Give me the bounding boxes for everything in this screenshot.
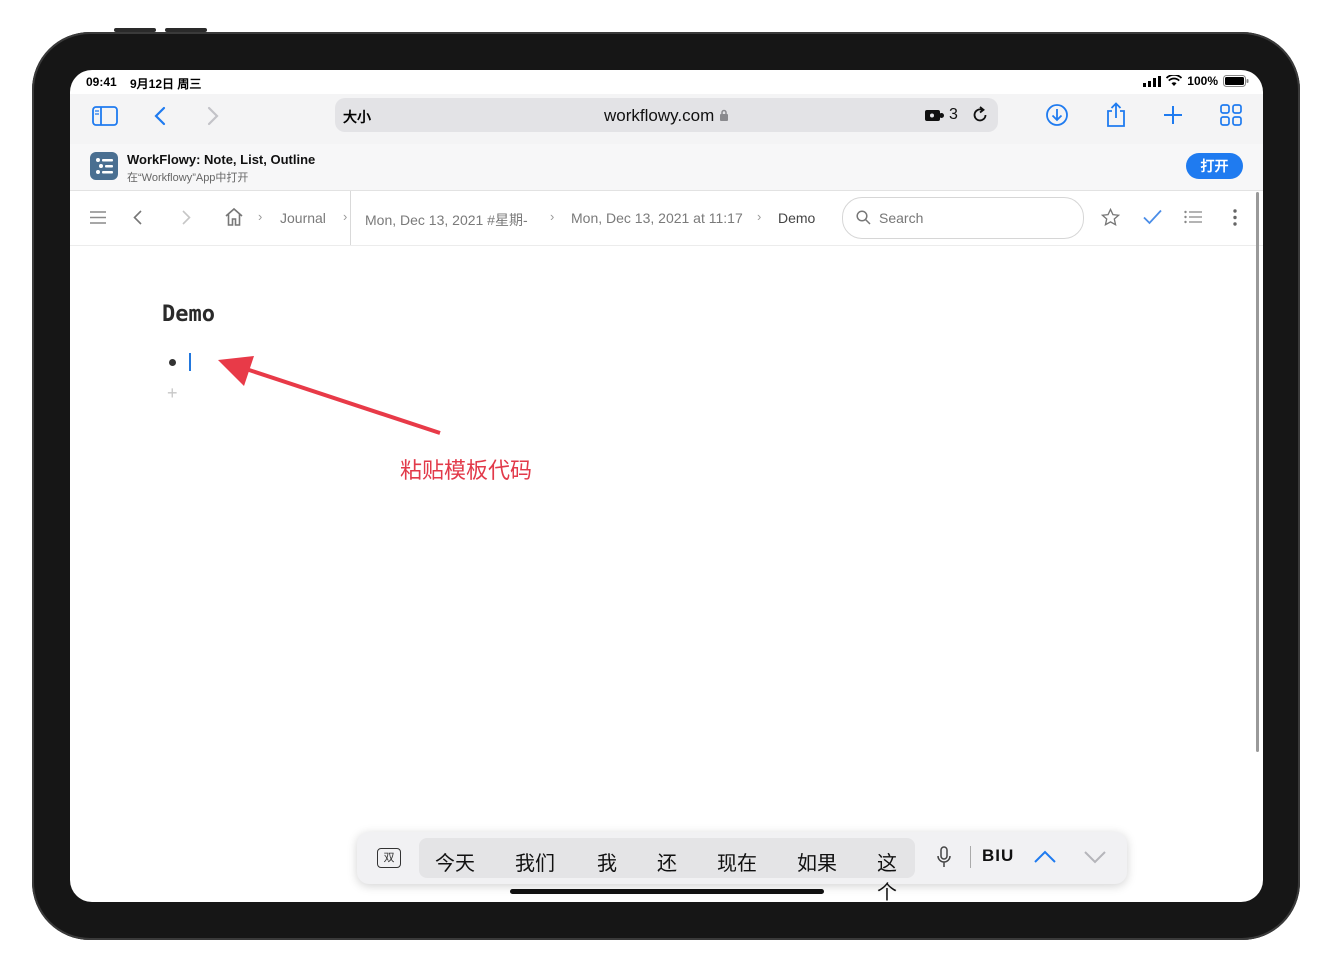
input-mode-icon[interactable]: 双 [377,848,401,868]
candidate-item[interactable]: 现在 [717,847,757,876]
document-title[interactable]: Demo [162,302,215,327]
tabs-overview-icon[interactable] [1220,104,1242,126]
search-icon [856,210,871,225]
breadcrumb-date-tag[interactable]: Mon, Dec 13, 2021 #星期- [365,210,543,230]
home-indicator[interactable] [510,889,824,894]
forward-icon[interactable] [207,106,219,126]
keyboard-candidate-bar: 双 今天 我们 我 还 现在 如果 这个 BIU [357,832,1127,902]
candidate-item[interactable]: 还 [657,847,677,876]
banner-subtitle: 在“Workflowy”App中打开 [127,172,249,184]
format-button[interactable]: BIU [982,846,1014,866]
battery-percent: 100% [1187,74,1218,88]
address-bar[interactable]: 大小 workflowy.com 3 [335,98,998,132]
chevron-up-icon[interactable] [1034,850,1056,863]
candidate-item[interactable]: 如果 [797,847,837,876]
check-icon[interactable] [1143,209,1162,225]
status-time: 09:41 [86,75,117,89]
signal-icon [1143,75,1162,87]
search-input[interactable]: Search [842,197,1084,239]
toolbar-divider [350,191,351,245]
banner-title: WorkFlowy: Note, List, Outline [127,152,316,167]
open-app-button[interactable]: 打开 [1186,153,1243,179]
chevron-down-icon[interactable] [1084,851,1106,864]
star-icon[interactable] [1101,208,1120,227]
candidate-list: 今天 我们 我 还 现在 如果 这个 [419,838,915,902]
candidate-item[interactable]: 这个 [877,847,915,902]
list-view-icon[interactable] [1184,210,1202,224]
more-options-icon[interactable] [1233,209,1237,226]
reload-icon[interactable] [971,106,989,124]
menu-icon[interactable] [90,211,106,224]
app-banner: WorkFlowy: Note, List, Outline 在“Workflo… [70,144,1263,191]
scrollbar[interactable] [1256,192,1259,752]
status-bar: 09:41 9月12日 周三 100% [70,70,1263,94]
wifi-icon [1166,75,1183,86]
breadcrumb-separator: › [550,209,555,224]
back-icon[interactable] [133,210,142,225]
sidebar-icon[interactable] [92,106,118,126]
microphone-icon[interactable] [937,846,951,868]
annotation-arrow [218,356,441,435]
breadcrumb-separator: › [757,209,762,224]
workflowy-toolbar: › Journal › Mon, Dec 13, 2021 #星期- › Mon… [70,191,1263,246]
extensions-icon[interactable] [925,108,945,123]
list-bullet[interactable] [169,359,176,366]
back-icon[interactable] [154,106,166,126]
breadcrumb-journal[interactable]: Journal [280,210,326,226]
share-icon[interactable] [1105,102,1127,128]
safari-toolbar: 大小 workflowy.com 3 [70,94,1263,144]
text-cursor [189,353,191,371]
status-date: 9月12日 周三 [130,77,202,91]
candidate-item[interactable]: 我们 [515,847,555,876]
toolbar-divider [970,846,971,868]
search-placeholder: Search [879,210,924,226]
candidate-item[interactable]: 今天 [435,847,475,876]
breadcrumb-date-time[interactable]: Mon, Dec 13, 2021 at 11:17 [571,210,751,226]
breadcrumb-separator: › [343,209,348,224]
url-text: workflowy.com [604,106,715,125]
lock-icon [719,109,728,121]
new-tab-icon[interactable] [1162,104,1184,126]
home-icon[interactable] [224,207,244,226]
forward-icon[interactable] [182,210,191,225]
breadcrumb-current: Demo [778,210,816,226]
workflowy-app-icon [90,152,118,180]
add-item-icon[interactable]: + [167,383,178,404]
battery-icon [1223,75,1249,87]
extensions-count: 3 [949,106,958,123]
candidate-item[interactable]: 我 [597,847,617,876]
breadcrumb-separator: › [258,209,263,224]
screen: 09:41 9月12日 周三 100% 大小 workflowy.com 3 W… [70,70,1263,902]
download-icon[interactable] [1045,103,1069,127]
annotation-label: 粘贴模板代码 [400,458,533,483]
